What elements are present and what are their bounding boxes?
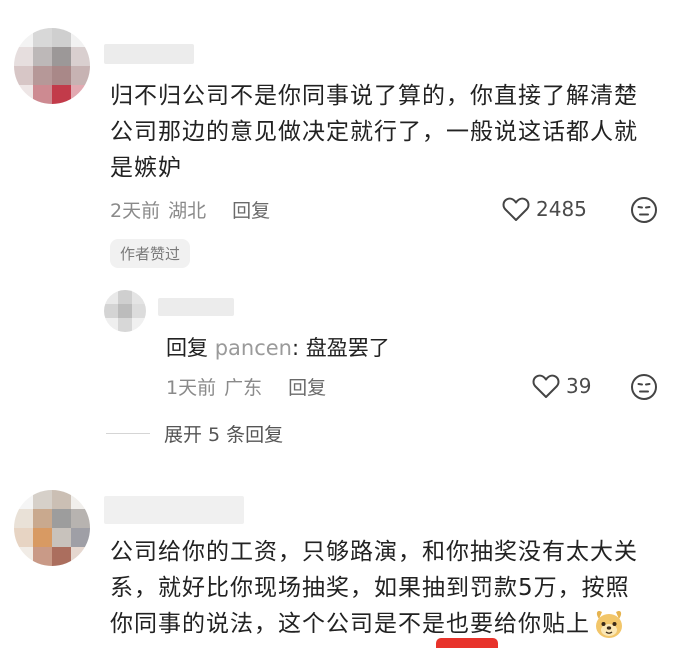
- author-liked-badge: 作者赞过: [110, 239, 191, 268]
- emoji-face-icon[interactable]: [630, 196, 658, 224]
- like-button[interactable]: 39: [532, 373, 591, 399]
- username[interactable]: [104, 44, 194, 64]
- comment-text-line: 系，就好比你现场抽奖，如果抽到罚款5万，按照: [110, 575, 630, 601]
- comment-text: 归不归公司不是你同事说了算的，你直接了解清楚 公司那边的意见做决定就行了，一般说…: [110, 78, 670, 186]
- comment-text-line: 公司给你的工资，只够路演，和你抽奖没有太大关: [110, 539, 638, 565]
- avatar[interactable]: [14, 490, 90, 566]
- mention-username[interactable]: pancen: [215, 336, 292, 360]
- comment-text-line: 你同事的说法，这个公司是不是也要给你贴上: [110, 606, 670, 642]
- comment-text-line: 是嫉妒: [110, 155, 182, 181]
- reply-text: 回复 pancen: 盘盈罢了: [166, 332, 390, 362]
- avatar[interactable]: [104, 290, 146, 332]
- like-button[interactable]: 2485: [502, 196, 587, 222]
- reply-location: 广东: [224, 377, 263, 399]
- comment-meta: 2天前 湖北 回复: [110, 196, 270, 223]
- avatar[interactable]: [14, 28, 90, 104]
- dog-face-sticker-icon: [596, 610, 622, 638]
- reply-body: : 盘盈罢了: [291, 336, 390, 360]
- comment-text-line: 归不归公司不是你同事说了算的，你直接了解清楚: [110, 83, 638, 109]
- heart-outline-icon: [502, 197, 530, 221]
- red-indicator: [436, 638, 498, 648]
- expand-replies-label: 展开 5 条回复: [164, 424, 284, 446]
- expand-replies-button[interactable]: 展开 5 条回复: [106, 420, 283, 447]
- reply-time: 1天前: [166, 377, 217, 399]
- like-count: 2485: [536, 197, 587, 221]
- comment-text: 公司给你的工资，只够路演，和你抽奖没有太大关 系，就好比你现场抽奖，如果抽到罚款…: [110, 534, 670, 642]
- reply-button[interactable]: 回复: [288, 373, 326, 400]
- comment-location: 湖北: [168, 200, 207, 222]
- comment-text-line: 公司那边的意见做决定就行了，一般说这话都人就: [110, 119, 638, 145]
- reply-meta: 1天前 广东 回复: [166, 373, 326, 400]
- username[interactable]: [104, 496, 244, 524]
- comment-time: 2天前: [110, 200, 161, 222]
- reply-button[interactable]: 回复: [232, 196, 270, 223]
- emoji-face-icon[interactable]: [630, 373, 658, 401]
- expand-divider: [106, 433, 150, 434]
- heart-outline-icon: [532, 374, 560, 398]
- comment-text-segment: 你同事的说法，这个公司是不是也要给你贴上: [110, 611, 590, 637]
- reply-prefix: 回复: [166, 336, 208, 360]
- username[interactable]: [158, 298, 234, 316]
- like-count: 39: [566, 374, 592, 398]
